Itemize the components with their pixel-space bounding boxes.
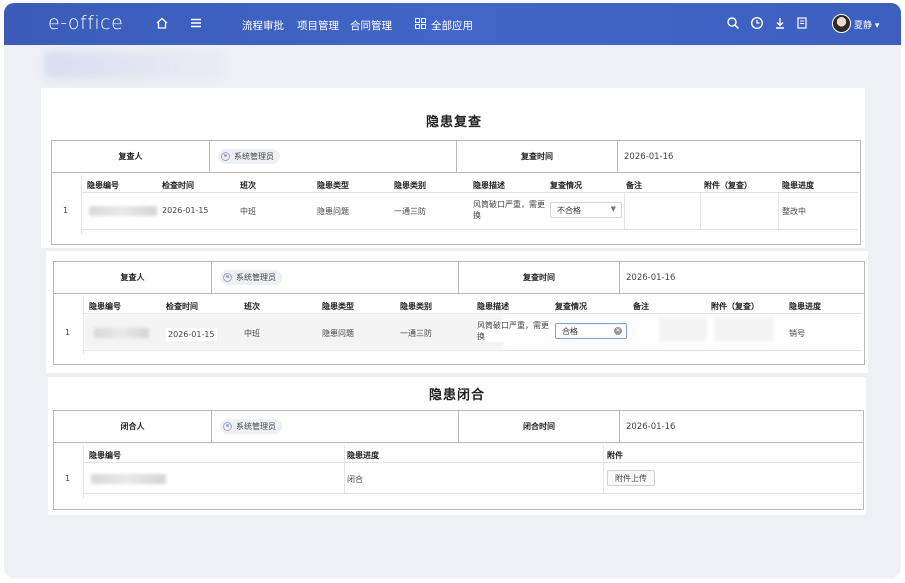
close-panel: 隐患闭合 闭合人 系统管理员 闭合时间 2026-01-16 隐患编号 隐患进度…	[48, 377, 866, 515]
nav-workflow[interactable]: 流程审批	[242, 18, 284, 33]
recheck-form-1: 复查人 系统管理员 复查时间 2026-01-16 隐患编号 检查时间 班次 隐…	[51, 140, 861, 245]
app-logo[interactable]: e-office	[48, 12, 123, 34]
user-avatar[interactable]	[832, 14, 851, 33]
nav-contracts[interactable]: 合同管理	[350, 18, 392, 33]
reviewer-chip-2[interactable]: 系统管理员	[220, 270, 282, 285]
cell-category: 一通三防	[394, 207, 426, 216]
row-index: 1	[63, 206, 69, 215]
col-close-hazard-no: 隐患编号	[89, 451, 121, 460]
closer-label: 闭合人	[54, 411, 212, 442]
col-check-time-2: 检查时间	[166, 302, 198, 311]
col-category-2: 隐患类别	[400, 302, 432, 311]
recheck-panel-2: 复查人 系统管理员 复查时间 2026-01-16 隐患编号 检查时间 班次 隐…	[46, 251, 868, 373]
col-type: 隐患类型	[317, 181, 349, 190]
reviewer-field-2[interactable]: 系统管理员	[220, 262, 282, 293]
col-attachment-2: 附件（复查）	[711, 302, 759, 311]
col-progress: 隐患进度	[782, 181, 814, 190]
reviewer-label-2: 复查人	[54, 262, 212, 293]
app-window: e-office 流程审批 项目管理 合同管理 全部应用 夏静 ▾ 隐患复查 复…	[4, 3, 901, 578]
recheck-table-2: 隐患编号 检查时间 班次 隐患类型 隐患类别 隐患描述 复查情况 备注 附件（复…	[54, 294, 864, 366]
recheck-time-label: 复查时间	[456, 141, 618, 172]
col-check-time: 检查时间	[162, 181, 194, 190]
cell-check-time: 2026-01-15	[162, 206, 209, 215]
col-hazard-no: 隐患编号	[87, 181, 119, 190]
user-icon	[223, 273, 232, 282]
cell-description-2: 风筒破口严重，需更换	[477, 320, 551, 342]
cell-type-2: 隐患问题	[322, 329, 354, 338]
col-type-2: 隐患类型	[322, 302, 354, 311]
cell-description: 风筒破口严重，需更换	[473, 200, 545, 220]
cell-category-2: 一通三防	[400, 329, 432, 338]
col-description-2: 隐患描述	[477, 302, 509, 311]
close-time-label: 闭合时间	[458, 411, 620, 442]
cell-type: 隐患问题	[317, 207, 349, 216]
clock-icon[interactable]	[750, 16, 764, 32]
close-header-row: 闭合人 系统管理员 闭合时间 2026-01-16	[54, 411, 863, 443]
col-category: 隐患类别	[394, 181, 426, 190]
recheck-status-select-2[interactable]: 合格 ✕	[555, 323, 627, 339]
col-remark: 备注	[626, 181, 642, 190]
col-close-attachment: 附件	[607, 451, 623, 460]
reviewer-chip[interactable]: 系统管理员	[218, 149, 280, 164]
grid-icon[interactable]	[415, 18, 426, 31]
recheck-form-2: 复查人 系统管理员 复查时间 2026-01-16 隐患编号 检查时间 班次 隐…	[53, 261, 865, 365]
close-cell-progress: 闭合	[347, 475, 363, 484]
col-shift-2: 班次	[244, 302, 260, 311]
col-close-progress: 隐患进度	[347, 451, 379, 460]
chevron-down-icon: ▼	[610, 205, 616, 213]
close-time-value[interactable]: 2026-01-16	[626, 411, 675, 442]
recheck-time-label-2: 复查时间	[458, 262, 620, 293]
recheck-panel-1: 隐患复查 复查人 系统管理员 复查时间 2026-01-16 隐患编号 检查时间…	[41, 88, 865, 248]
recheck-header-row: 复查人 系统管理员 复查时间 2026-01-16	[52, 141, 860, 173]
clear-icon[interactable]: ✕	[614, 327, 622, 335]
reviewer-field[interactable]: 系统管理员	[218, 141, 280, 172]
top-navigation-bar: e-office 流程审批 项目管理 合同管理 全部应用 夏静 ▾	[4, 3, 901, 45]
close-row-index: 1	[65, 474, 71, 483]
masked-hazard-no-2	[94, 328, 149, 338]
col-recheck-status-2: 复查情况	[555, 302, 587, 311]
close-section-title: 隐患闭合	[429, 388, 486, 403]
row-index-2: 1	[65, 328, 71, 337]
reviewer-label: 复查人	[52, 141, 210, 172]
user-icon	[223, 422, 232, 431]
masked-close-hazard-no	[91, 474, 166, 484]
search-icon[interactable]	[726, 16, 740, 32]
close-form: 闭合人 系统管理员 闭合时间 2026-01-16 隐患编号 隐患进度 附件 1…	[53, 410, 864, 510]
nav-projects[interactable]: 项目管理	[297, 18, 339, 33]
col-description: 隐患描述	[473, 181, 505, 190]
closer-field[interactable]: 系统管理员	[220, 411, 282, 442]
closer-chip[interactable]: 系统管理员	[220, 419, 282, 434]
col-progress-2: 隐患进度	[789, 302, 821, 311]
menu-icon[interactable]	[189, 16, 203, 32]
col-remark-2: 备注	[633, 302, 649, 311]
cell-shift-2: 中班	[244, 329, 260, 338]
recheck-time-value[interactable]: 2026-01-16	[624, 141, 673, 172]
user-name[interactable]: 夏静 ▾	[854, 18, 879, 31]
cell-progress: 整改中	[782, 207, 806, 216]
cell-progress-2: 销号	[789, 329, 805, 338]
cell-check-time-2: 2026-01-15	[166, 328, 217, 341]
masked-hazard-no	[89, 206, 157, 216]
recheck-status-select[interactable]: 不合格 ▼	[550, 202, 622, 218]
recheck-header-row-2: 复查人 系统管理员 复查时间 2026-01-16	[54, 262, 864, 294]
col-attachment: 附件（复查）	[704, 181, 752, 190]
close-table: 隐患编号 隐患进度 附件 1 闭合 附件上传	[54, 443, 863, 509]
cell-shift: 中班	[240, 207, 256, 216]
blurred-breadcrumb	[44, 51, 224, 79]
col-shift: 班次	[240, 181, 256, 190]
nav-all-apps[interactable]: 全部应用	[431, 18, 473, 33]
recheck-section-title: 隐患复查	[426, 115, 483, 130]
recheck-table-1: 隐患编号 检查时间 班次 隐患类型 隐患类别 隐患描述 复查情况 备注 附件（复…	[52, 173, 860, 245]
user-icon	[221, 152, 230, 161]
home-icon[interactable]	[155, 16, 169, 32]
col-hazard-no-2: 隐患编号	[89, 302, 121, 311]
document-icon[interactable]	[795, 16, 809, 32]
col-recheck-status: 复查情况	[550, 181, 582, 190]
recheck-time-value-2[interactable]: 2026-01-16	[626, 262, 675, 293]
download-icon[interactable]	[773, 16, 787, 32]
upload-attachment-button[interactable]: 附件上传	[607, 470, 655, 486]
